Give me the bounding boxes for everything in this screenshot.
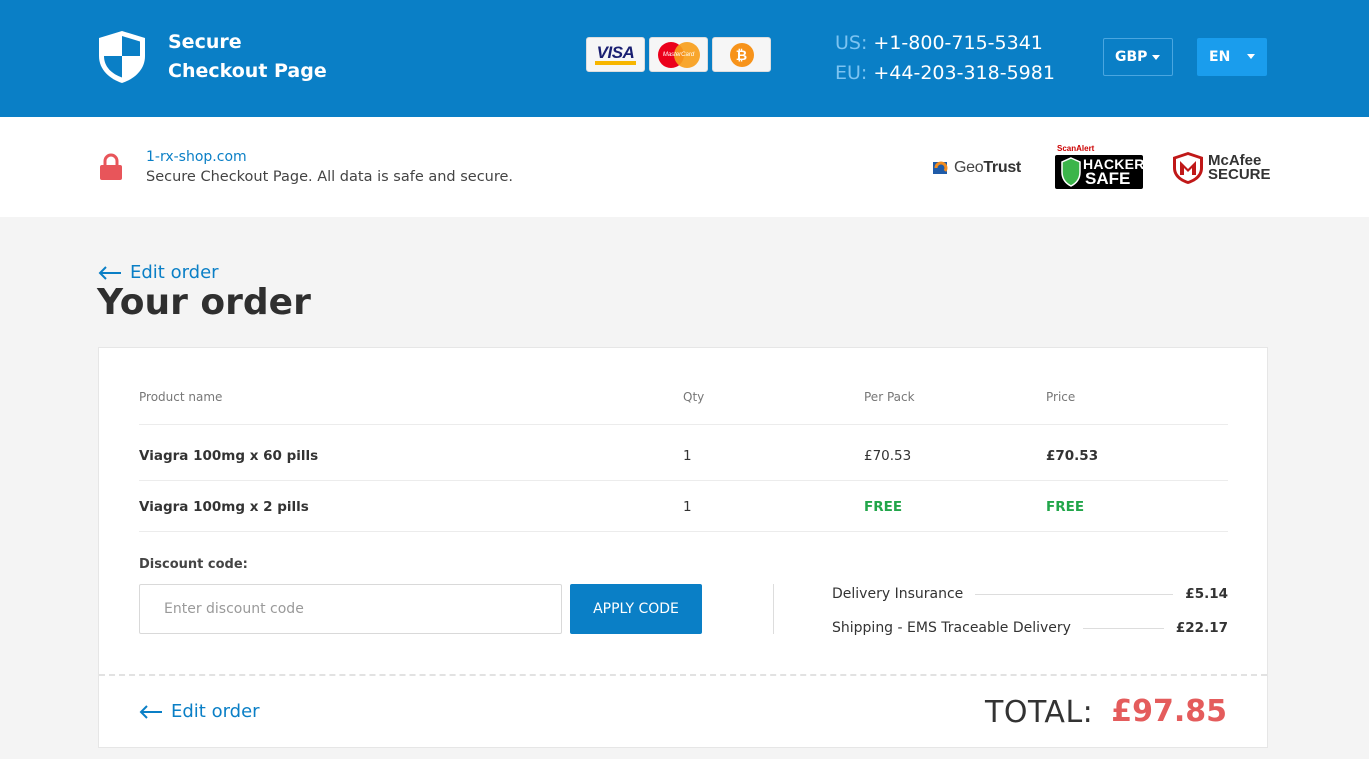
shield-logo-icon: [99, 31, 145, 83]
brand-line-1: Secure: [168, 31, 242, 53]
visa-stripe: [595, 61, 636, 65]
currency-value: GBP: [1115, 49, 1148, 65]
apply-code-button[interactable]: APPLY CODE: [570, 584, 702, 634]
discount-label: Discount code:: [139, 557, 248, 572]
mcafee-word-2: SECURE: [1208, 166, 1271, 183]
edit-order-link-bottom[interactable]: Edit order: [139, 701, 260, 722]
chevron-down-icon: [1247, 54, 1255, 59]
column-header-price: Price: [1046, 390, 1076, 404]
brand: Secure Checkout Page: [97, 28, 327, 86]
geotrust-badge: GeoTrust: [932, 157, 1021, 179]
fee-amount: £22.17: [1175, 620, 1228, 636]
lock-icon: [100, 153, 122, 180]
arrow-left-icon: [98, 265, 121, 280]
arrow-left-icon: [139, 704, 162, 719]
fee-leader-line: [1082, 627, 1164, 629]
table-row-qty: 1: [683, 499, 692, 515]
phone-us[interactable]: US: +1-800-715-5341: [835, 28, 1055, 58]
mcafee-shield-icon: [1173, 152, 1203, 184]
vertical-divider: [773, 584, 774, 634]
mastercard-icon: MasterCard: [649, 37, 708, 72]
phone-eu-number: +44-203-318-5981: [873, 62, 1055, 84]
fee-leader-line: [975, 593, 1174, 595]
currency-dropdown[interactable]: GBP: [1103, 38, 1173, 76]
discount-code-input[interactable]: [139, 584, 562, 634]
edit-order-label: Edit order: [171, 701, 260, 722]
language-dropdown[interactable]: EN: [1197, 38, 1267, 76]
fee-label: Shipping - EMS Traceable Delivery: [832, 620, 1071, 636]
fee-amount: £5.14: [1185, 586, 1228, 602]
mcafee-badge: McAfee SECURE: [1172, 151, 1271, 185]
fee-row-insurance: Delivery Insurance £5.14: [832, 584, 1228, 604]
table-divider: [139, 531, 1228, 532]
brand-title: Secure Checkout Page: [168, 28, 327, 86]
hacker-safe-word-2: SAFE: [1085, 169, 1131, 188]
total-value: £97.85: [1111, 694, 1227, 729]
table-divider: [139, 480, 1228, 481]
mastercard-label: MasterCard: [662, 51, 695, 58]
header-bar: Secure Checkout Page VISA MasterCard ₿ U…: [0, 0, 1369, 117]
hacker-safe-top-label: ScanAlert: [1057, 144, 1095, 153]
edit-order-label: Edit order: [130, 262, 219, 283]
hacker-safe-badge: ScanAlert HACKER SAFE: [1055, 144, 1144, 189]
brand-line-2: Checkout Page: [168, 60, 327, 82]
secure-message: Secure Checkout Page. All data is safe a…: [146, 169, 514, 185]
table-row-price: £70.53: [1046, 448, 1099, 464]
visa-label: VISA: [596, 42, 635, 62]
table-row-per-pack: £70.53: [864, 448, 912, 464]
table-row-qty: 1: [683, 448, 692, 464]
column-header-qty: Qty: [683, 390, 705, 404]
bitcoin-symbol: ₿: [729, 42, 754, 67]
site-link[interactable]: 1-rx-shop.com: [146, 149, 247, 165]
column-header-per-pack: Per Pack: [864, 390, 915, 404]
phone-eu[interactable]: EU: +44-203-318-5981: [835, 58, 1055, 88]
language-value: EN: [1209, 49, 1231, 65]
fee-label: Delivery Insurance: [832, 586, 964, 602]
bitcoin-icon: ₿: [712, 37, 771, 72]
table-row-product: Viagra 100mg x 2 pills: [139, 499, 309, 515]
dashed-divider: [99, 674, 1267, 676]
page-title: Your order: [97, 282, 311, 323]
order-card: Product name Qty Per Pack Price Viagra 1…: [98, 347, 1268, 748]
secure-strip: 1-rx-shop.com Secure Checkout Page. All …: [0, 117, 1369, 217]
edit-order-link-top[interactable]: Edit order: [98, 262, 219, 283]
phone-numbers: US: +1-800-715-5341 EU: +44-203-318-5981: [835, 28, 1055, 88]
phone-eu-label: EU:: [835, 62, 868, 84]
phone-us-label: US:: [835, 32, 868, 54]
payment-methods: VISA MasterCard ₿: [586, 37, 771, 72]
table-divider: [139, 424, 1228, 425]
mcafee-wordmark: McAfee SECURE: [1208, 153, 1271, 183]
total-label: TOTAL:: [985, 695, 1094, 730]
table-row-price: FREE: [1046, 499, 1085, 515]
table-row-product: Viagra 100mg x 60 pills: [139, 448, 319, 464]
visa-icon: VISA: [586, 37, 645, 72]
phone-us-number: +1-800-715-5341: [873, 32, 1043, 54]
fee-row-shipping: Shipping - EMS Traceable Delivery £22.17: [832, 618, 1228, 638]
geotrust-word-trust: Trust: [983, 159, 1021, 176]
geotrust-logo-icon: [933, 161, 948, 174]
table-row-per-pack: FREE: [864, 499, 903, 515]
column-header-product: Product name: [139, 390, 223, 404]
geotrust-word-geo: Geo: [954, 159, 984, 176]
hacker-safe-shield-icon: [1061, 157, 1081, 187]
geotrust-wordmark: GeoTrust: [954, 159, 1021, 177]
chevron-down-icon: [1152, 55, 1160, 60]
